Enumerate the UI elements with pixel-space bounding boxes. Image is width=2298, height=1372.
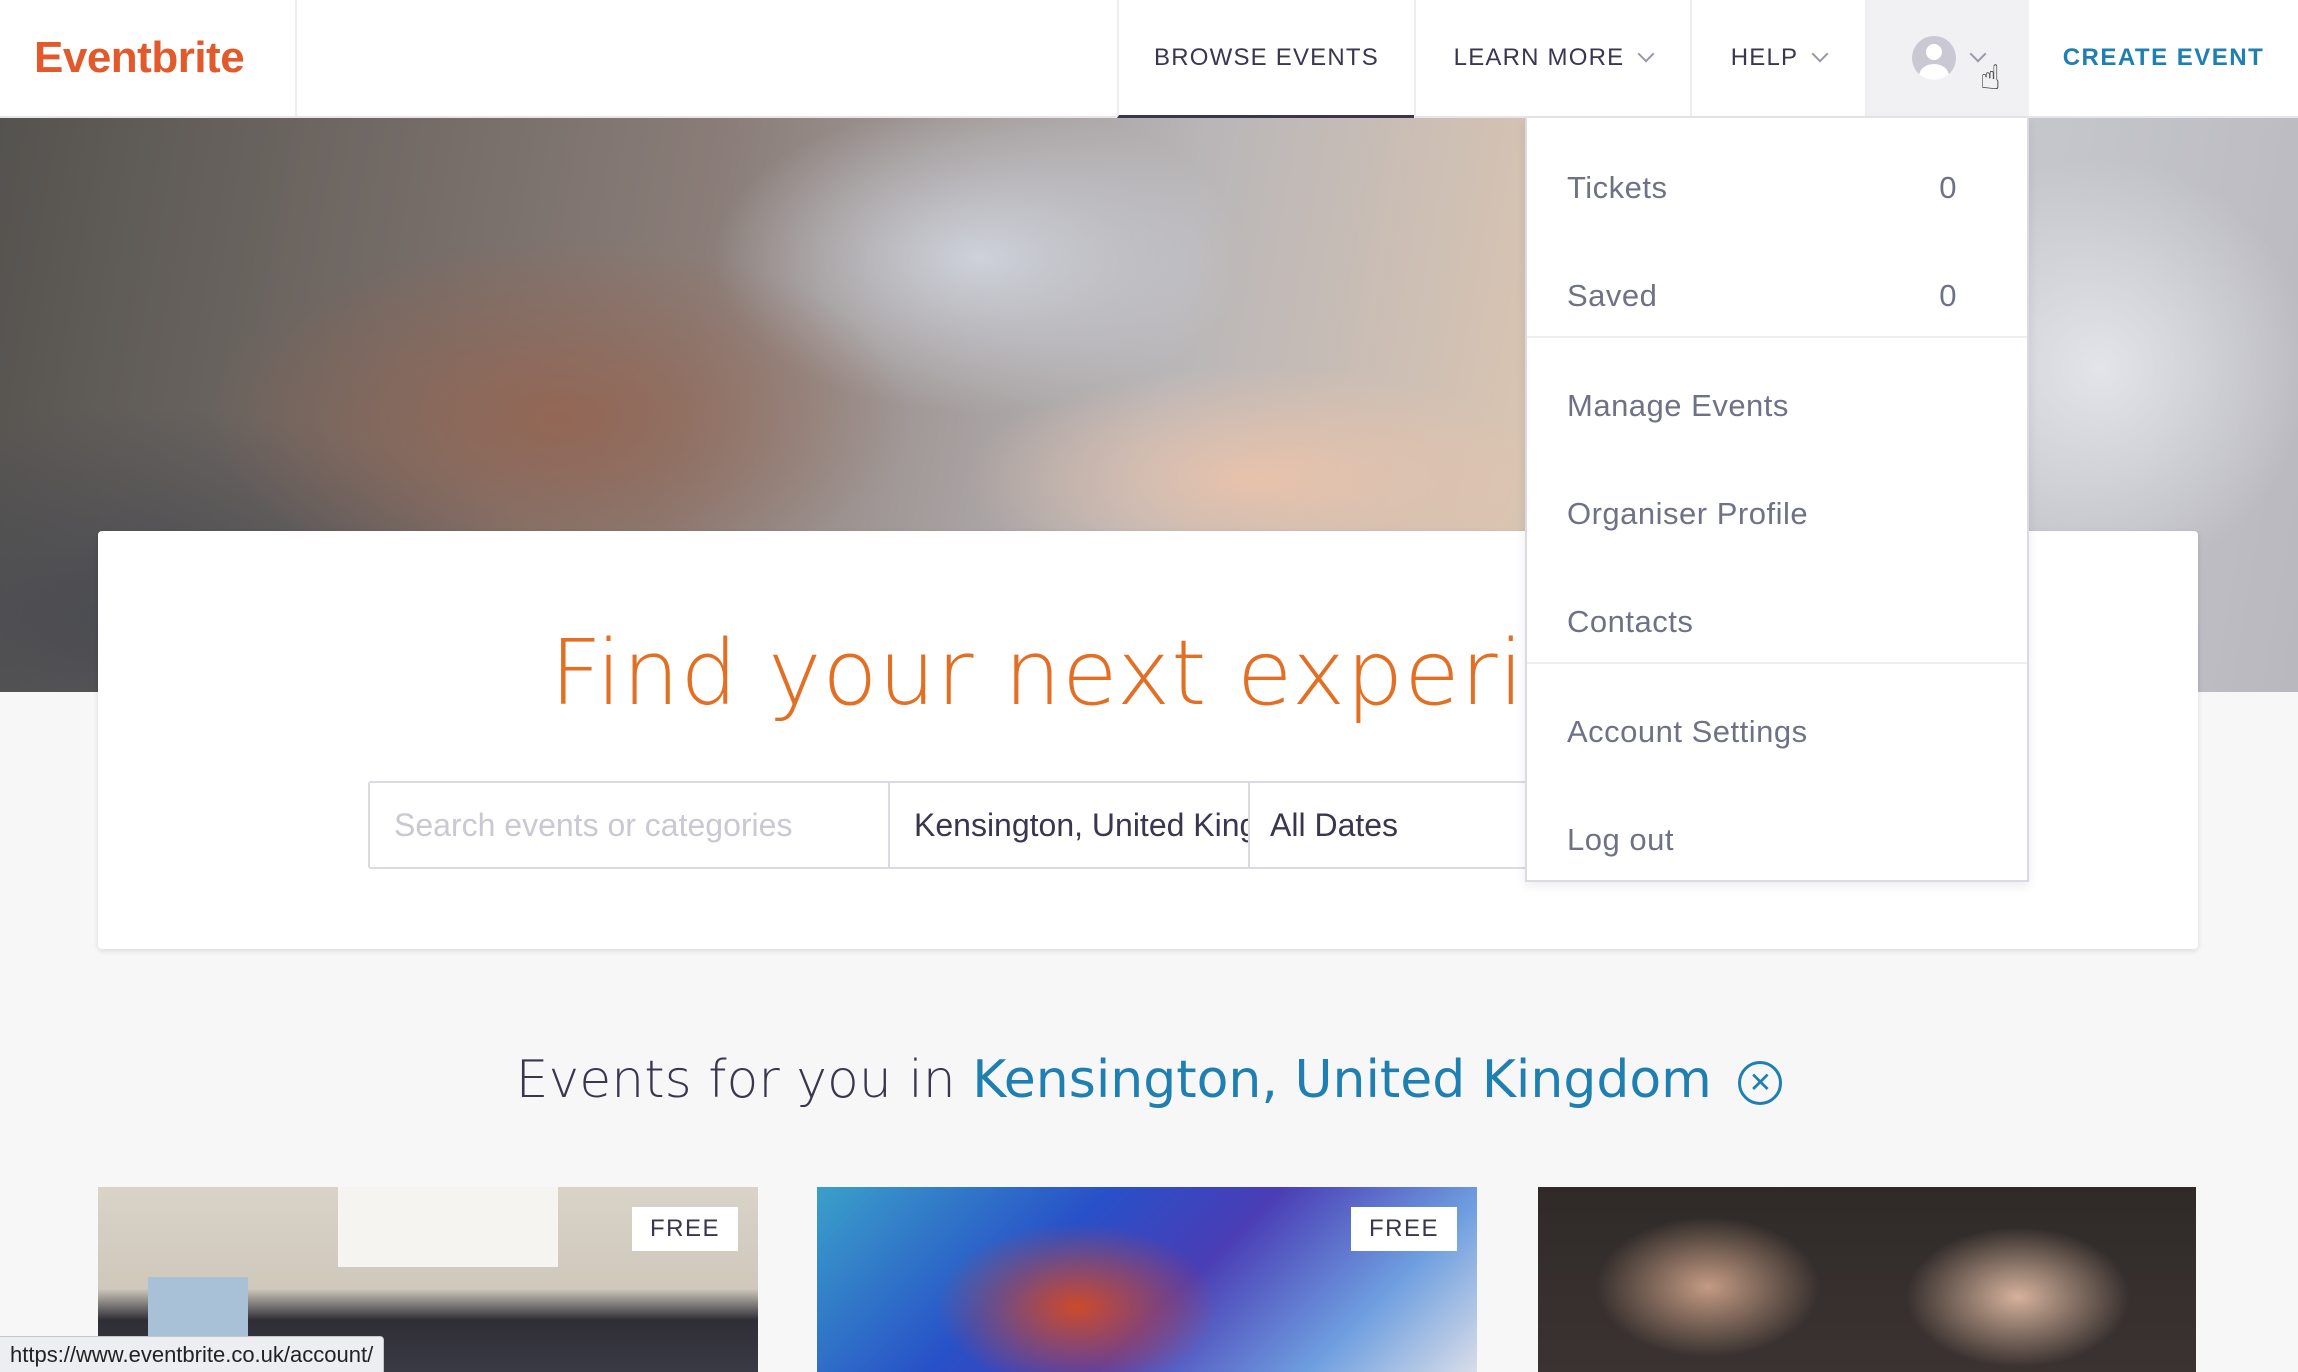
menu-item-label: Account Settings: [1567, 714, 1808, 749]
location-value: Kensington, United Kingdom: [914, 806, 1248, 843]
menu-item-tickets[interactable]: Tickets 0: [1527, 138, 2027, 238]
free-badge: FREE: [1350, 1207, 1457, 1251]
events-heading: Events for you in Kensington, United Kin…: [0, 1050, 2298, 1110]
menu-item-label: Contacts: [1567, 604, 1694, 639]
menu-item-label: Tickets: [1567, 170, 1668, 205]
menu-item-label: Manage Events: [1567, 388, 1789, 423]
saved-count: 0: [1939, 278, 1957, 313]
create-event-label: CREATE EVENT: [2062, 44, 2265, 71]
menu-item-label: Log out: [1567, 822, 1674, 857]
free-badge: FREE: [631, 1207, 738, 1251]
search-input[interactable]: [394, 806, 864, 844]
browser-status-bar: https://www.eventbrite.co.uk/account/: [0, 1336, 385, 1372]
events-location-link[interactable]: Kensington, United Kingdom: [972, 1050, 1712, 1110]
tickets-count: 0: [1939, 170, 1957, 205]
help-menu[interactable]: HELP: [1690, 0, 1865, 116]
chevron-down-icon: [1637, 45, 1655, 63]
menu-item-label: Saved: [1567, 278, 1658, 313]
learn-more-label: LEARN MORE: [1453, 44, 1625, 71]
clear-location-icon[interactable]: ✕: [1738, 1061, 1783, 1105]
menu-item-contacts[interactable]: Contacts: [1527, 572, 2027, 672]
user-account-menu[interactable]: [1865, 0, 2029, 116]
menu-item-organiser-profile[interactable]: Organiser Profile: [1527, 464, 2027, 564]
create-event-link[interactable]: CREATE EVENT: [2029, 0, 2298, 116]
avatar-icon: [1912, 36, 1956, 80]
help-label: HELP: [1730, 44, 1799, 71]
chevron-down-icon: [1811, 45, 1829, 63]
search-bar: Kensington, United Kingdom All Dates: [368, 781, 1672, 869]
eventbrite-logo[interactable]: Eventbrite: [0, 0, 297, 116]
browse-events-label: BROWSE EVENTS: [1154, 43, 1379, 71]
menu-item-saved[interactable]: Saved 0: [1527, 246, 2027, 346]
hand-cursor-icon: ☝: [1980, 59, 2001, 97]
event-card[interactable]: [1538, 1187, 2196, 1372]
menu-item-log-out[interactable]: Log out: [1527, 790, 2027, 890]
search-query-field[interactable]: [370, 783, 890, 867]
status-url: https://www.eventbrite.co.uk/account/: [10, 1341, 374, 1367]
location-field[interactable]: Kensington, United Kingdom: [890, 783, 1250, 867]
user-dropdown-menu: Tickets 0 Saved 0 Manage Events Organise…: [1525, 118, 2029, 882]
browse-events-link[interactable]: BROWSE EVENTS: [1117, 0, 1414, 118]
menu-item-manage-events[interactable]: Manage Events: [1527, 356, 2027, 456]
menu-divider: [1527, 336, 2027, 338]
top-nav-bar: Eventbrite BROWSE EVENTS LEARN MORE HELP…: [0, 0, 2298, 118]
menu-item-account-settings[interactable]: Account Settings: [1527, 682, 2027, 782]
menu-divider: [1527, 662, 2027, 664]
learn-more-menu[interactable]: LEARN MORE: [1414, 0, 1690, 116]
event-card[interactable]: FREE: [817, 1187, 1477, 1372]
menu-item-label: Organiser Profile: [1567, 496, 1809, 531]
events-heading-prefix: Events for you in: [515, 1050, 956, 1110]
date-value: All Dates: [1270, 806, 1399, 843]
